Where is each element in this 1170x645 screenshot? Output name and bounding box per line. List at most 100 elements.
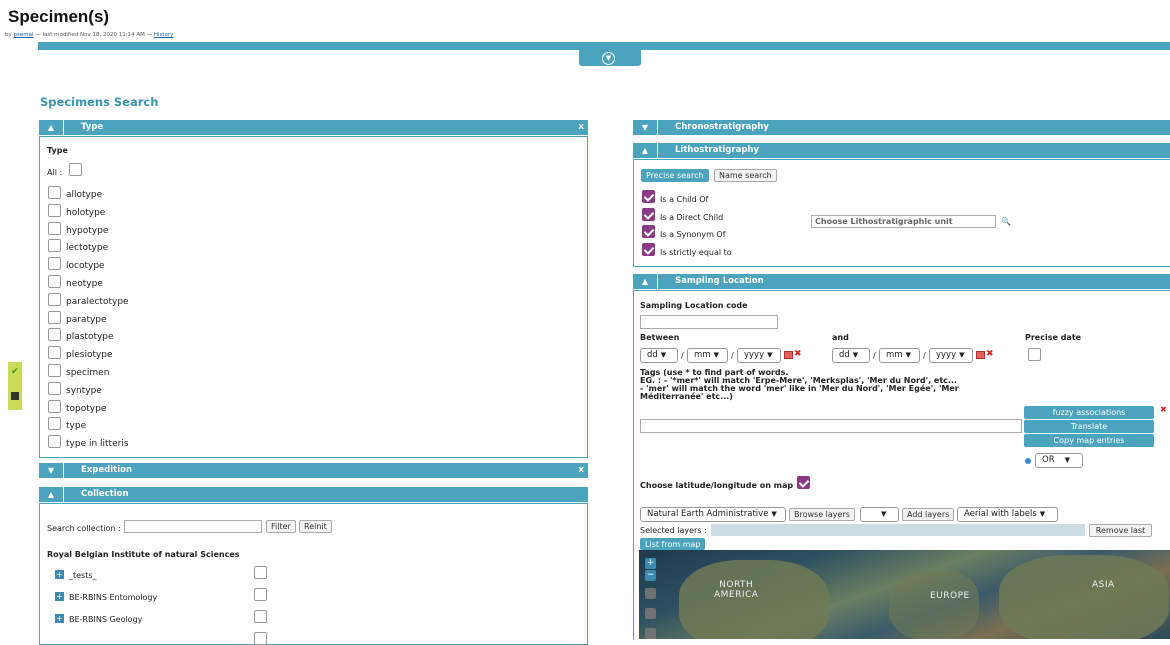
base-layer-select[interactable]: Natural Earth Administrative ▼: [640, 507, 786, 522]
type-checkbox[interactable]: [48, 399, 61, 413]
type-checkbox[interactable]: [48, 346, 61, 360]
precise-date-checkbox[interactable]: [1028, 348, 1041, 361]
collection-panel-header[interactable]: ▲ Collection: [39, 487, 588, 502]
type-panel-header[interactable]: ▲ Type x: [39, 120, 588, 135]
collapse-up-icon[interactable]: ▲: [633, 143, 658, 158]
litho-panel-title: Lithostratigraphy: [675, 145, 759, 155]
sampling-panel-header[interactable]: ▲ Sampling Location: [633, 274, 1170, 289]
litho-panel-header[interactable]: ▲ Lithostratigraphy: [633, 143, 1170, 158]
check-icon[interactable]: ✔: [11, 367, 19, 377]
to-year-select[interactable]: yyyy ▼: [929, 348, 973, 363]
calendar-icon[interactable]: [976, 351, 985, 359]
zoom-in-icon[interactable]: +: [645, 558, 656, 569]
map-land: [999, 555, 1169, 639]
map-tool-icon[interactable]: [645, 628, 656, 639]
fuzzy-associations-button[interactable]: fuzzy associations: [1024, 406, 1154, 419]
type-checkbox[interactable]: [48, 257, 61, 271]
chrono-panel-header[interactable]: ▼ Chronostratigraphy: [633, 120, 1170, 135]
from-day-select[interactable]: dd ▼: [640, 348, 678, 363]
type-option-label: topotype: [66, 403, 107, 414]
reinit-button[interactable]: Reinit: [299, 520, 332, 533]
to-day-select[interactable]: dd ▼: [832, 348, 870, 363]
type-checkbox[interactable]: [48, 221, 61, 235]
type-all-checkbox[interactable]: [69, 163, 82, 176]
expedition-panel-title: Expedition: [81, 465, 133, 475]
map-tool-icon[interactable]: [645, 588, 656, 599]
close-icon[interactable]: x: [578, 463, 584, 478]
tags-input[interactable]: [640, 419, 1022, 433]
aerial-select[interactable]: Aerial with labels ▼: [957, 507, 1058, 522]
collection-checkbox[interactable]: [254, 610, 267, 623]
browse-layers-button[interactable]: Browse layers: [789, 508, 855, 521]
litho-option-checkbox[interactable]: [642, 225, 655, 238]
clear-date-icon[interactable]: ✖: [986, 349, 994, 359]
collapse-up-icon[interactable]: ▲: [39, 487, 64, 502]
filter-button[interactable]: Filter: [266, 520, 296, 533]
type-checkbox[interactable]: [48, 417, 61, 431]
from-month-select[interactable]: mm ▼: [687, 348, 728, 363]
clear-date-icon[interactable]: ✖: [794, 349, 802, 359]
type-checkbox[interactable]: [48, 239, 61, 253]
from-year-select[interactable]: yyyy ▼: [737, 348, 781, 363]
type-heading: Type: [47, 146, 68, 155]
type-checkbox[interactable]: [48, 364, 61, 377]
collection-checkbox[interactable]: [254, 588, 267, 601]
zoom-out-icon[interactable]: −: [645, 570, 656, 581]
expand-down-icon[interactable]: ▼: [633, 120, 658, 135]
map-view[interactable]: NORTH AMERICA EUROPE ASIA + −: [639, 550, 1170, 639]
expand-down-icon[interactable]: ▼: [39, 463, 64, 478]
expand-plus-icon[interactable]: +: [55, 570, 64, 579]
collection-label: _tests_: [69, 571, 97, 580]
type-checkbox[interactable]: [48, 381, 61, 395]
tab-precise-search[interactable]: Precise search: [641, 169, 709, 182]
list-from-map-button[interactable]: List from map: [640, 538, 706, 550]
or-radio[interactable]: [1025, 458, 1031, 464]
expand-plus-icon[interactable]: +: [55, 592, 64, 601]
copy-map-entries-button[interactable]: Copy map entries: [1024, 434, 1154, 447]
author-link[interactable]: psemal: [14, 32, 34, 38]
type-option-label: hypotype: [66, 225, 109, 236]
expedition-panel-header[interactable]: ▼ Expedition x: [39, 463, 588, 478]
type-option-label: type: [66, 421, 87, 432]
type-option-label: paralectotype: [66, 296, 129, 307]
type-checkbox[interactable]: [48, 328, 61, 342]
type-checkbox[interactable]: [48, 275, 61, 288]
type-option-label: syntype: [66, 385, 102, 396]
history-link[interactable]: History: [154, 32, 174, 38]
save-icon[interactable]: [11, 392, 19, 400]
to-month-select[interactable]: mm ▼: [879, 348, 920, 363]
litho-option-label: Is strictly equal to: [660, 247, 732, 257]
collection-checkbox[interactable]: [254, 566, 267, 579]
section-title: Specimens Search: [40, 95, 159, 109]
type-checkbox[interactable]: [48, 292, 61, 306]
litho-option-checkbox[interactable]: [642, 190, 655, 203]
litho-option-checkbox[interactable]: [642, 242, 655, 256]
collapse-toggle-tab[interactable]: ▼: [579, 50, 641, 66]
byline: by psemal — last modified Nov 18, 2020 1…: [5, 32, 173, 38]
tab-name-search[interactable]: Name search: [714, 169, 777, 182]
type-checkbox[interactable]: [48, 186, 61, 199]
type-checkbox[interactable]: [48, 435, 61, 449]
map-tool-icon[interactable]: [645, 608, 656, 619]
collapse-up-icon[interactable]: ▲: [633, 274, 658, 289]
choose-map-checkbox[interactable]: [797, 476, 810, 489]
remove-icon[interactable]: ✖: [1160, 405, 1167, 414]
selected-layers-field[interactable]: [711, 524, 1085, 536]
type-checkbox[interactable]: [48, 310, 61, 324]
expand-plus-icon[interactable]: +: [55, 614, 64, 623]
add-layers-button[interactable]: Add layers: [902, 508, 955, 521]
sampling-code-input[interactable]: [640, 315, 778, 329]
litho-option-checkbox[interactable]: [642, 207, 655, 221]
close-icon[interactable]: x: [578, 120, 584, 135]
type-option-label: plastotype: [66, 332, 114, 343]
type-checkbox[interactable]: [48, 203, 61, 217]
remove-last-button[interactable]: Remove last: [1089, 524, 1152, 537]
layer-select[interactable]: ▼: [860, 507, 899, 522]
search-collection-input[interactable]: [124, 520, 262, 533]
boolean-operator-select[interactable]: OR ▼: [1035, 453, 1083, 468]
search-icon[interactable]: 🔍: [1001, 217, 1011, 226]
calendar-icon[interactable]: [784, 351, 793, 359]
litho-unit-input[interactable]: Choose Lithostratigraphic unit: [811, 215, 996, 228]
collapse-up-icon[interactable]: ▲: [39, 120, 64, 135]
translate-button[interactable]: Translate: [1024, 420, 1154, 433]
